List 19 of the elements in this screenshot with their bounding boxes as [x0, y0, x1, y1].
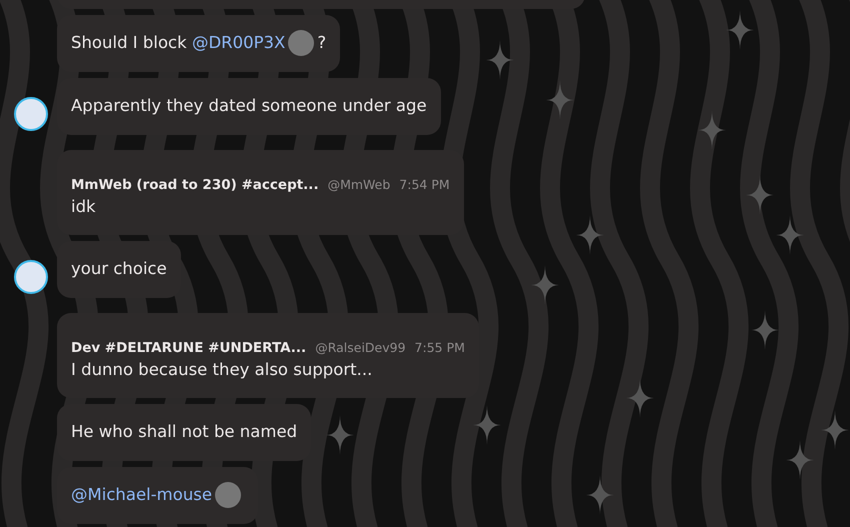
user-avatar[interactable]: [14, 260, 48, 294]
message-text: Should I block: [71, 33, 188, 52]
user-avatar[interactable]: [14, 97, 48, 131]
author-name[interactable]: Dev #DELTARUNE #UNDERTA...: [71, 340, 306, 356]
message-text: your choice: [71, 259, 167, 278]
message-text: Apparently they dated someone under age: [71, 96, 427, 115]
message-text: ?: [317, 33, 326, 52]
avatar-emoji-icon: [215, 482, 242, 508]
message-time: 7:55 PM: [414, 340, 465, 355]
message-text: He who shall not be named: [71, 422, 298, 441]
user-mention-link[interactable]: @DR00P3X: [192, 33, 286, 52]
message-text: I dunno because they also support...: [71, 360, 372, 379]
author-handle: @MmWeb: [328, 177, 390, 192]
message-text: idk: [71, 197, 96, 216]
message-time: 7:54 PM: [399, 177, 450, 192]
author-handle: @RalseiDev99: [315, 340, 406, 355]
user-mention-link[interactable]: @Michael-mouse: [71, 485, 212, 504]
author-name[interactable]: MmWeb (road to 230) #accept...: [71, 177, 319, 193]
avatar-emoji-icon: [288, 30, 314, 56]
